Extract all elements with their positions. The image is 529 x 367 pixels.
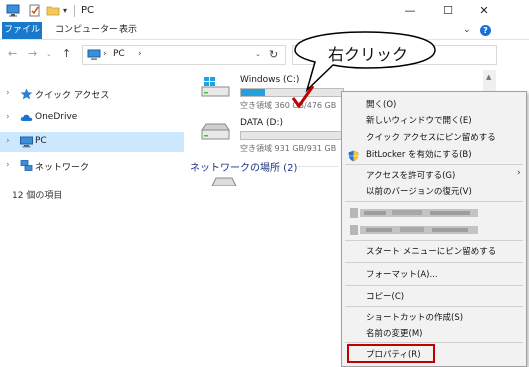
group-divider	[298, 166, 338, 167]
pc-icon	[20, 136, 33, 148]
forward-button[interactable]: →	[28, 47, 37, 60]
submenu-arrow-icon: ›	[517, 168, 521, 178]
sidebar-item-label: PC	[35, 136, 47, 146]
window-title: PC	[81, 5, 95, 16]
expand-chevron-icon[interactable]: ›	[6, 112, 10, 122]
network-device-icon	[211, 177, 237, 186]
breadcrumb-separator[interactable]: ›	[138, 49, 142, 59]
blurred-menu-item	[350, 225, 478, 235]
callout-text: 右クリック	[328, 45, 409, 64]
menu-item-bitlocker[interactable]: BitLocker を有効にする(B)	[366, 148, 472, 160]
menu-item-open[interactable]: 開く(O)	[366, 98, 396, 110]
quick-access-dropdown-icon[interactable]: ▾	[63, 6, 67, 15]
tab-file[interactable]: ファイル	[2, 22, 42, 39]
address-bar[interactable]: › PC › ⌄ ↻	[82, 45, 286, 65]
highlight-box	[347, 344, 435, 363]
menu-item-pin-quick-access[interactable]: クイック アクセスにピン留めする	[366, 131, 496, 143]
breadcrumb-separator[interactable]: ›	[103, 49, 107, 59]
navigation-bar: ← → ⌄ ↑ › PC › ⌄ ↻	[0, 41, 529, 69]
drive-item-d[interactable]: DATA (D:) 空き領域 931 GB/931 GB	[200, 118, 350, 158]
up-button[interactable]: ↑	[62, 47, 71, 60]
breadcrumb-pc[interactable]: PC	[113, 49, 125, 59]
expand-chevron-icon[interactable]: ›	[6, 88, 10, 98]
menu-separator	[345, 285, 523, 286]
scroll-up-icon[interactable]: ▲	[486, 73, 491, 81]
drive-free-space: 空き領域 931 GB/931 GB	[240, 144, 337, 153]
menu-separator	[345, 262, 523, 263]
title-separator	[74, 5, 75, 17]
tab-view[interactable]: 表示	[112, 22, 144, 39]
recent-locations-button[interactable]: ⌄	[46, 50, 52, 58]
menu-separator	[345, 164, 523, 165]
menu-separator	[345, 240, 523, 241]
cloud-icon	[20, 114, 33, 121]
menu-separator	[345, 306, 523, 307]
context-menu: 開く(O) 新しいウィンドウで開く(E) クイック アクセスにピン留めする Bi…	[341, 91, 527, 367]
pc-icon	[87, 49, 101, 60]
blurred-menu-item	[350, 208, 478, 218]
windows-drive-icon	[201, 77, 230, 97]
sidebar-item-label: ネットワーク	[35, 163, 90, 173]
menu-item-rename[interactable]: 名前の変更(M)	[366, 327, 422, 339]
network-icon	[20, 160, 33, 171]
menu-separator	[345, 201, 523, 202]
menu-item-create-shortcut[interactable]: ショートカットの作成(S)	[366, 311, 463, 323]
menu-item-open-new-window[interactable]: 新しいウィンドウで開く(E)	[366, 114, 472, 126]
star-icon	[20, 88, 33, 100]
new-folder-quick-icon[interactable]	[46, 4, 60, 17]
sidebar-item-network[interactable]: › ネットワーク	[0, 156, 184, 176]
maximize-button[interactable]: ☐	[430, 0, 466, 22]
status-item-count: 12 個の項目	[12, 191, 63, 201]
sidebar-item-onedrive[interactable]: › OneDrive	[0, 108, 184, 128]
menu-separator	[345, 342, 523, 343]
menu-item-format[interactable]: フォーマット(A)...	[366, 268, 438, 280]
back-button[interactable]: ←	[8, 47, 17, 60]
sidebar-item-label: OneDrive	[35, 112, 78, 122]
ribbon-tabs: ファイル コンピューター 表示 ⌄ ?	[0, 22, 529, 40]
menu-item-restore-versions[interactable]: 以前のバージョンの復元(V)	[366, 185, 472, 197]
expand-chevron-icon[interactable]: ›	[6, 160, 10, 170]
drive-name: DATA (D:)	[240, 118, 284, 128]
sidebar-item-label: クイック アクセス	[35, 91, 110, 101]
shield-icon	[348, 150, 359, 162]
navigation-pane: › クイック アクセス › OneDrive › PC › ネットワーク 12 …	[0, 70, 186, 367]
sidebar-item-pc[interactable]: › PC	[0, 132, 184, 152]
sidebar-item-quick-access[interactable]: › クイック アクセス	[0, 84, 184, 104]
menu-item-give-access[interactable]: アクセスを許可する(G)	[366, 169, 455, 181]
refresh-button[interactable]: ↻	[269, 48, 278, 61]
title-bar: ▾ PC — ☐ ✕	[0, 0, 529, 22]
menu-item-pin-start[interactable]: スタート メニューにピン留めする	[366, 245, 496, 257]
minimize-button[interactable]: —	[392, 0, 428, 22]
ribbon-expand-icon[interactable]: ⌄	[463, 25, 471, 35]
hard-drive-icon	[201, 123, 230, 140]
drive-usage-bar	[240, 131, 344, 140]
network-locations-header[interactable]: ネットワークの場所 (2)	[190, 159, 297, 174]
expand-chevron-icon[interactable]: ›	[6, 136, 10, 146]
properties-quick-icon[interactable]	[28, 4, 42, 17]
drive-usage-fill	[241, 89, 266, 96]
menu-item-copy[interactable]: コピー(C)	[366, 290, 404, 302]
pc-icon	[6, 4, 20, 17]
help-icon[interactable]: ?	[480, 25, 491, 36]
close-button[interactable]: ✕	[466, 0, 502, 22]
address-dropdown-icon[interactable]: ⌄	[255, 50, 261, 58]
